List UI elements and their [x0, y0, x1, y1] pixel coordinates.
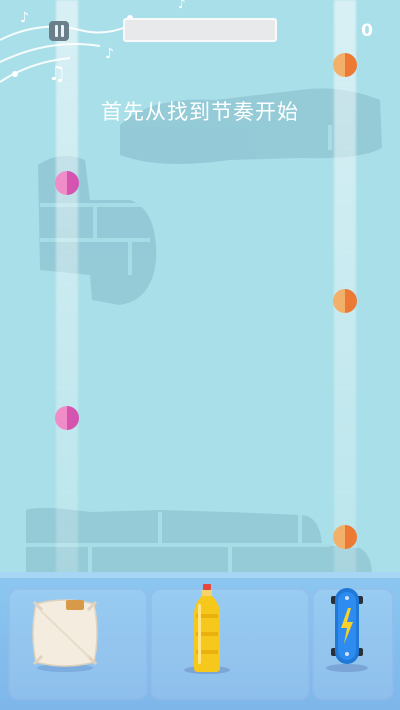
pause-icon	[60, 25, 64, 37]
rhythm-note	[333, 289, 357, 313]
hint-text: 首先从找到节奏开始	[101, 100, 299, 124]
game-screen[interactable]: ♫ ♪ ♪ ♫ ♪ ♪ ♪ 0 首先从找到节奏开始	[0, 0, 400, 710]
shelf-edge	[0, 572, 400, 578]
pillow-icon	[32, 599, 98, 672]
score-counter: 0	[361, 21, 373, 41]
rhythm-note	[55, 171, 79, 195]
pause-button[interactable]	[49, 21, 69, 41]
pause-icon	[54, 25, 58, 37]
rhythm-note	[55, 406, 79, 430]
skateboard-instrument[interactable]	[331, 586, 363, 666]
rhythm-note	[333, 53, 357, 77]
slot-center	[150, 588, 310, 700]
pillow-instrument[interactable]	[30, 596, 100, 672]
bottle-icon	[194, 584, 220, 672]
rhythm-note	[333, 525, 357, 549]
skateboard-icon	[331, 588, 363, 664]
song-progress-bar	[123, 18, 277, 42]
bottle-instrument[interactable]	[190, 584, 224, 672]
